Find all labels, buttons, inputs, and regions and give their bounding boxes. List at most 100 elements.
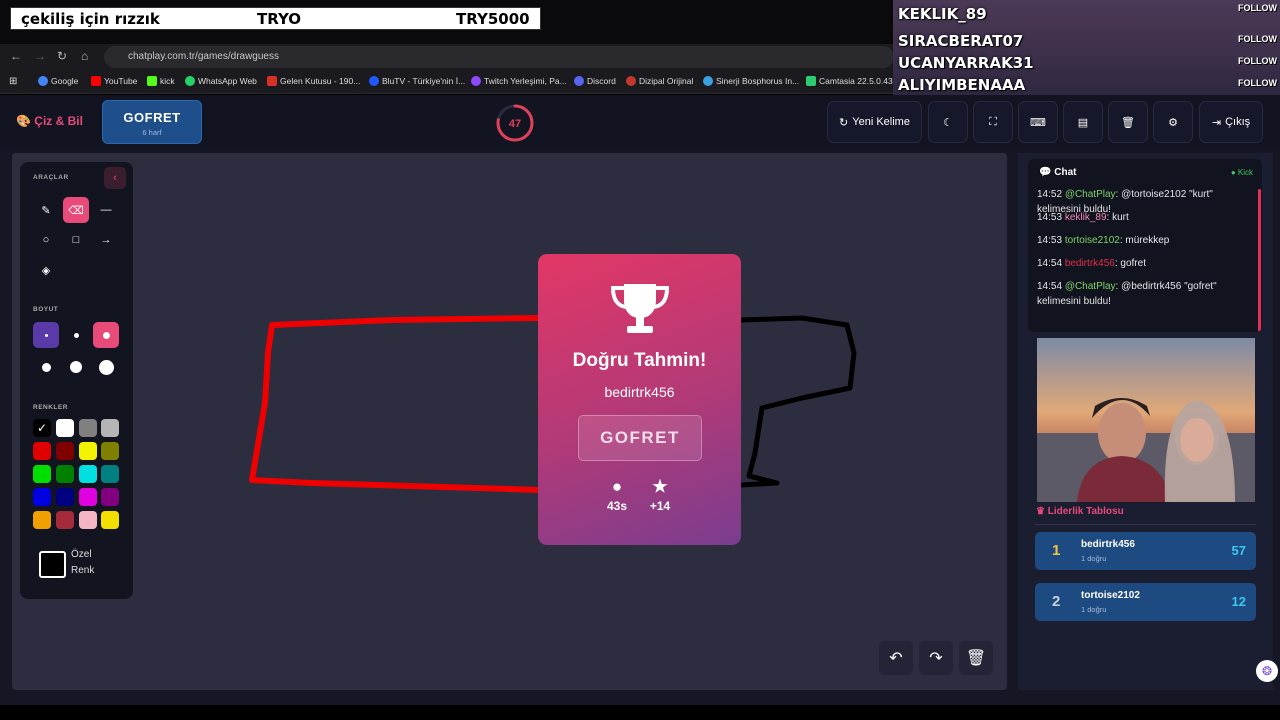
chat-username[interactable]: tortoise2102 bbox=[1065, 235, 1120, 246]
color-swatch[interactable]: ✓ bbox=[33, 419, 51, 437]
color-swatch[interactable] bbox=[79, 511, 97, 529]
keyboard-button[interactable]: ⌨ bbox=[1018, 101, 1058, 143]
bookmark-camtasia[interactable]: Camtasia 22.5.0.431... bbox=[806, 76, 895, 86]
size-option-5[interactable] bbox=[63, 354, 89, 380]
color-swatch[interactable] bbox=[56, 488, 74, 506]
circle-tool[interactable]: ○ bbox=[33, 227, 59, 253]
bookmark-sinerji[interactable]: Sinerji Bosphorus In... bbox=[703, 76, 799, 86]
chat-time: 14:54 bbox=[1037, 281, 1065, 292]
giveaway-amount: TRY5000 bbox=[456, 10, 530, 28]
bookmark-inbox[interactable]: Gelen Kutusu - 190... bbox=[267, 76, 360, 86]
home-icon[interactable]: ⌂ bbox=[81, 49, 88, 63]
clear-canvas-button[interactable]: 🗑 bbox=[959, 641, 993, 675]
bookmark-discord[interactable]: Discord bbox=[574, 76, 616, 86]
color-swatch[interactable] bbox=[33, 465, 51, 483]
custom-color-button[interactable] bbox=[39, 551, 66, 578]
collapse-panel-button[interactable]: ‹ bbox=[104, 167, 126, 189]
follower-name: ALIYIMBENAAA bbox=[898, 76, 1026, 94]
address-bar[interactable]: chatplay.com.tr/games/drawguess bbox=[104, 46, 894, 68]
bookmark-blutv[interactable]: BluTV - Türkiye'nin İ... bbox=[369, 76, 465, 86]
pen-tool[interactable]: ✎ bbox=[33, 197, 59, 223]
size-option-1[interactable] bbox=[33, 322, 59, 348]
color-swatch[interactable] bbox=[101, 511, 119, 529]
pen-icon: ✎ bbox=[41, 204, 51, 217]
color-swatch[interactable] bbox=[101, 442, 119, 460]
theme-toggle-button[interactable]: ☾ bbox=[928, 101, 968, 143]
color-swatch[interactable] bbox=[33, 488, 51, 506]
chat-username[interactable]: @ChatPlay bbox=[1065, 281, 1116, 292]
giveaway-mid: TRYO bbox=[257, 10, 302, 28]
leaderboard-title: ♛ Liderlik Tablosu bbox=[1036, 506, 1124, 517]
chat-text: : mürekkep bbox=[1119, 235, 1170, 246]
follow-label: FOLLOW bbox=[1238, 3, 1277, 13]
color-swatch[interactable] bbox=[79, 465, 97, 483]
settings-button[interactable]: ⚙ bbox=[1153, 101, 1193, 143]
colors-label: RENKLER bbox=[33, 404, 68, 411]
line-tool[interactable]: — bbox=[93, 197, 119, 223]
back-icon[interactable]: ← bbox=[10, 49, 22, 63]
bookmark-youtube[interactable]: YouTube bbox=[91, 76, 137, 86]
trash-icon: 🗑 bbox=[1121, 116, 1135, 129]
star-icon: ★ bbox=[652, 477, 668, 496]
chat-username[interactable]: @ChatPlay bbox=[1065, 189, 1116, 200]
line-icon: — bbox=[100, 204, 112, 216]
expand-icon: ⛶ bbox=[989, 115, 997, 128]
exit-button[interactable]: ⇥ Çıkış bbox=[1199, 101, 1263, 143]
bookmark-kick[interactable]: kick bbox=[147, 76, 175, 86]
color-swatch[interactable] bbox=[101, 488, 119, 506]
color-swatch[interactable] bbox=[56, 419, 74, 437]
apps-icon[interactable]: ⊞ bbox=[9, 76, 17, 87]
chat-username[interactable]: keklik_89 bbox=[1065, 212, 1107, 223]
undo-button[interactable]: ↶ bbox=[879, 641, 913, 675]
color-swatch[interactable] bbox=[101, 465, 119, 483]
bookmarks-bar: ⊞ Google YouTube kick WhatsApp Web Gelen… bbox=[0, 70, 895, 94]
chat-scrollbar[interactable] bbox=[1258, 189, 1261, 332]
delete-button[interactable]: 🗑 bbox=[1108, 101, 1148, 143]
giveaway-banner: çekiliş için rızzık TRYO TRY5000 bbox=[10, 7, 541, 30]
card-title: Doğru Tahmin! bbox=[572, 350, 707, 371]
recent-followers-overlay: KEKLIK_89 FOLLOW SIRACBERAT07 FOLLOW UCA… bbox=[893, 0, 1280, 96]
time-stat: ● 43s bbox=[597, 478, 637, 514]
color-swatch[interactable] bbox=[56, 465, 74, 483]
forward-icon[interactable]: → bbox=[34, 49, 46, 63]
color-swatch[interactable] bbox=[56, 511, 74, 529]
rectangle-tool[interactable]: □ bbox=[63, 227, 89, 253]
new-word-button[interactable]: ↻ Yeni Kelime bbox=[827, 101, 922, 143]
size-option-4[interactable] bbox=[33, 354, 59, 380]
archive-button[interactable]: ▤ bbox=[1063, 101, 1103, 143]
size-option-6[interactable] bbox=[93, 354, 119, 380]
drawing-canvas[interactable] bbox=[12, 153, 1007, 690]
correct-guess-card: Doğru Tahmin! bedirtrk456 GOFRET ● 43s ★… bbox=[538, 254, 741, 545]
assistant-bubble-icon[interactable]: ❂ bbox=[1256, 660, 1278, 682]
custom-color-label: Özel Renk bbox=[71, 549, 95, 576]
eraser-tool[interactable]: ⌫ bbox=[63, 197, 89, 223]
color-swatch[interactable] bbox=[79, 442, 97, 460]
player-name: tortoise2102 bbox=[1081, 590, 1140, 601]
color-swatch[interactable] bbox=[79, 488, 97, 506]
bookmark-dizipal[interactable]: Dizipal Orijinal bbox=[626, 76, 693, 86]
chat-username[interactable]: bedirtrk456 bbox=[1065, 258, 1115, 269]
moon-icon: ☾ bbox=[943, 116, 953, 129]
webcam-photo bbox=[1037, 338, 1255, 502]
chat-time: 14:53 bbox=[1037, 235, 1065, 246]
redo-button[interactable]: ↷ bbox=[919, 641, 953, 675]
bookmark-twitch[interactable]: Twitch Yerleşimi, Pa... bbox=[471, 76, 567, 86]
reload-icon[interactable]: ↻ bbox=[57, 49, 67, 63]
url-text: chatplay.com.tr/games/drawguess bbox=[128, 51, 279, 62]
bookmark-google[interactable]: Google bbox=[38, 76, 78, 86]
leaderboard-row: 1 bedirtrk456 1 doğru 57 bbox=[1035, 532, 1256, 570]
size-dot bbox=[73, 332, 79, 338]
size-option-3[interactable] bbox=[93, 322, 119, 348]
bookmark-whatsapp[interactable]: WhatsApp Web bbox=[185, 76, 257, 86]
arrow-tool[interactable]: → bbox=[93, 227, 119, 253]
winner-username: bedirtrk456 bbox=[604, 384, 675, 400]
fullscreen-button[interactable]: ⛶ bbox=[973, 101, 1013, 143]
size-option-2[interactable] bbox=[63, 322, 89, 348]
color-swatch[interactable] bbox=[79, 419, 97, 437]
color-swatch[interactable] bbox=[101, 419, 119, 437]
color-swatch[interactable] bbox=[33, 442, 51, 460]
fill-tool[interactable]: ◈ bbox=[33, 257, 59, 283]
color-swatch[interactable] bbox=[33, 511, 51, 529]
app-logo[interactable]: 🎨 Çiz & Bil bbox=[16, 114, 83, 128]
color-swatch[interactable] bbox=[56, 442, 74, 460]
